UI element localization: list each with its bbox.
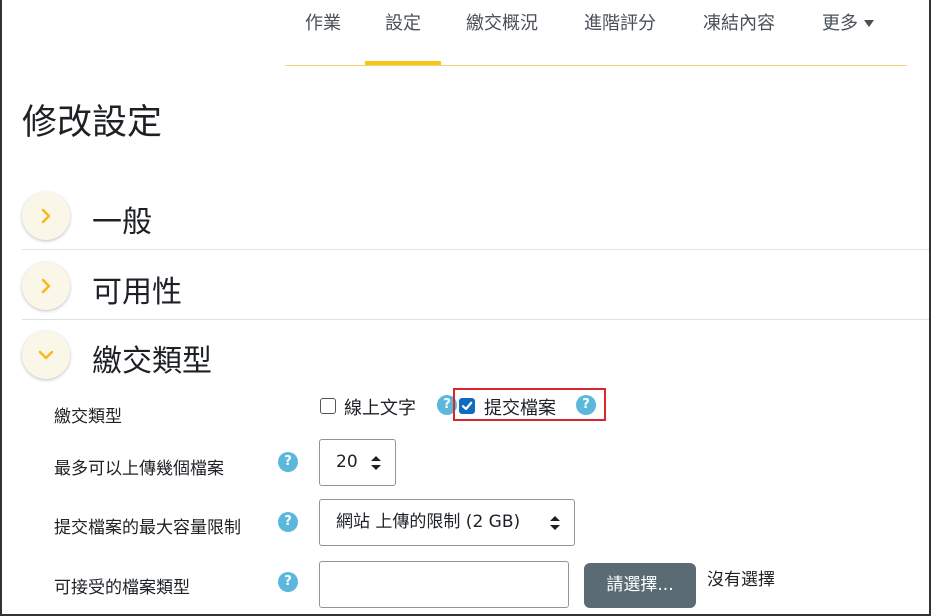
online-text-label[interactable]: 線上文字 (344, 394, 416, 420)
caret-down-icon (864, 20, 874, 27)
tab-settings[interactable]: 設定 (365, 12, 441, 65)
file-submission-label[interactable]: 提交檔案 (484, 394, 556, 420)
max-size-select[interactable]: 網站 上傳的限制 (2 GB) (319, 499, 575, 546)
section-title[interactable]: 繳交類型 (92, 336, 212, 380)
max-size-value: 網站 上傳的限制 (2 GB) (336, 512, 521, 532)
sort-arrows-icon (371, 456, 381, 470)
chevron-right-icon (41, 208, 51, 224)
divider (22, 319, 931, 320)
tab-locked-content[interactable]: 凍結內容 (703, 12, 775, 36)
chevron-down-icon (38, 350, 54, 360)
expand-section-button[interactable] (22, 262, 70, 310)
expand-section-button[interactable] (22, 192, 70, 240)
online-text-checkbox[interactable] (320, 398, 336, 414)
help-icon[interactable]: ? (576, 395, 596, 415)
collapse-section-button[interactable] (22, 331, 70, 379)
accepted-types-label: 可接受的檔案類型 (54, 578, 190, 598)
section-title[interactable]: 可用性 (92, 267, 182, 311)
secondary-navigation: 作業 設定 繳交概況 進階評分 凍結內容 更多 (285, 0, 907, 66)
accepted-types-input[interactable] (319, 561, 569, 608)
page-title: 修改設定 (22, 103, 163, 143)
file-submission-checkbox[interactable] (459, 398, 475, 414)
max-files-value: 20 (336, 452, 358, 472)
max-files-select[interactable]: 20 (319, 439, 396, 486)
help-icon[interactable]: ? (278, 452, 298, 472)
submission-types-label: 繳交類型 (54, 407, 122, 427)
section-availability: 可用性 (22, 262, 931, 312)
section-general: 一般 (22, 192, 931, 242)
tab-more-label: 更多 (822, 13, 858, 34)
max-files-label: 最多可以上傳幾個檔案 (54, 459, 224, 479)
help-icon[interactable]: ? (278, 572, 298, 592)
chevron-right-icon (41, 278, 51, 294)
tab-assignment[interactable]: 作業 (305, 12, 341, 36)
max-size-label: 提交檔案的最大容量限制 (54, 518, 241, 538)
tab-advanced-grading[interactable]: 進階評分 (584, 12, 656, 36)
checkmark-icon (461, 401, 473, 411)
sort-arrows-icon (550, 516, 560, 530)
section-title[interactable]: 一般 (92, 197, 152, 241)
no-selection-text: 沒有選擇 (707, 570, 775, 590)
choose-button[interactable]: 請選擇... (584, 563, 696, 608)
tab-more[interactable]: 更多 (822, 12, 874, 36)
tab-submissions[interactable]: 繳交概況 (466, 12, 538, 36)
help-icon[interactable]: ? (278, 512, 298, 532)
section-submission-types: 繳交類型 (22, 331, 931, 381)
divider (22, 249, 931, 250)
